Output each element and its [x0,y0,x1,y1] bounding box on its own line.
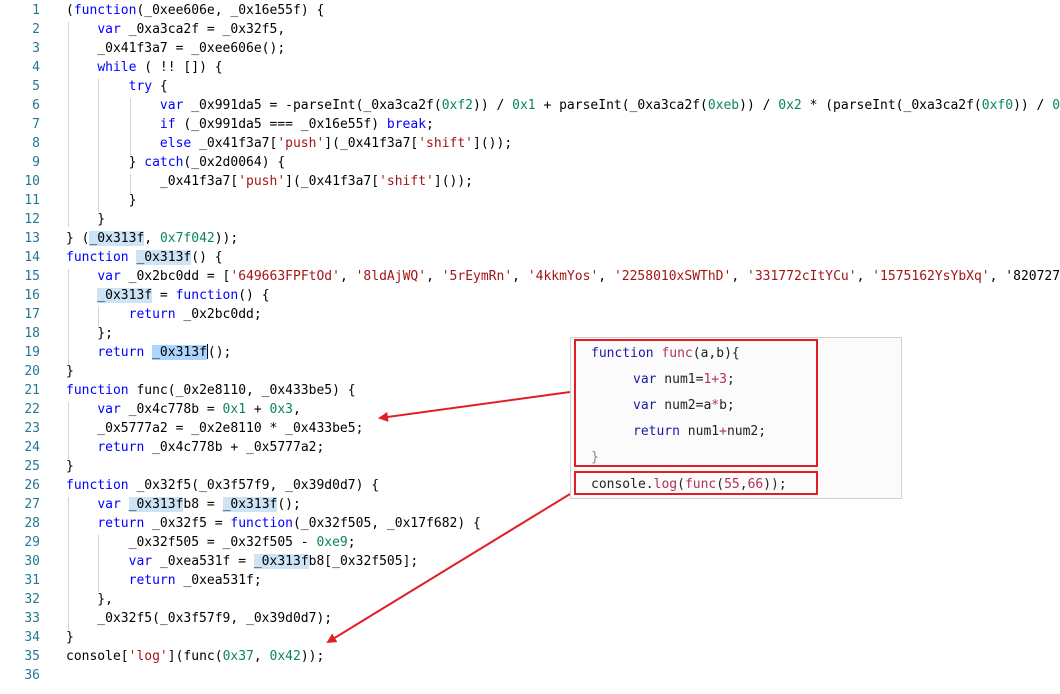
code-text: function _0x313f() { [66,250,223,265]
line-number: 21 [24,383,40,398]
line-number: 18 [24,326,40,341]
code-line[interactable]: 5 try { [0,77,1060,96]
code-line[interactable]: 16 _0x313f = function() { [0,286,1060,305]
line-number: 32 [24,592,40,607]
line-number: 34 [24,630,40,645]
code-line[interactable]: 7 if (_0x991da5 === _0x16e55f) break; [0,115,1060,134]
code-text: _0x32f505 = _0x32f505 - 0xe9; [66,535,356,550]
code-text: return _0x4c778b + _0x5777a2; [97,440,325,455]
code-text: _0x32f5(_0x3f57f9, _0x39d0d7); [66,611,333,626]
code-text: return _0x2bc0dd; [128,307,262,322]
code-line[interactable]: 34} [0,628,1060,647]
code-text: var _0xea531f = _0x313fb8[_0x32f505]; [128,554,419,569]
line-number: 12 [24,212,40,227]
line-number: 8 [32,136,40,151]
code-text: (function(_0xee606e, _0x16e55f) { [66,3,325,18]
code-text: var _0x2bc0dd = ['649663FPFtOd', '8ldAjW… [97,269,1060,284]
code-text: var _0x991da5 = -parseInt(_0xa3ca2f(0xf2… [159,98,1060,113]
code-text: function func(_0x2e8110, _0x433be5) { [66,383,356,398]
code-text: if (_0x991da5 === _0x16e55f) break; [159,117,434,132]
line-number: 4 [32,60,40,75]
line-number: 14 [24,250,40,265]
line-number: 19 [24,345,40,360]
line-number: 30 [24,554,40,569]
line-number: 28 [24,516,40,531]
code-text: var _0x313fb8 = _0x313f(); [97,497,301,512]
code-text: console['log'](func(0x37, 0x42)); [66,649,325,664]
line-number: 17 [24,307,40,322]
code-text: _0x41f3a7 = _0xee606e(); [66,41,286,56]
line-number: 6 [32,98,40,113]
line-number: 26 [24,478,40,493]
line-number: 1 [32,3,40,18]
code-line[interactable]: 31 return _0xea531f; [0,571,1060,590]
code-line[interactable]: 28 return _0x32f5 = function(_0x32f505, … [0,514,1060,533]
code-text: } [66,193,137,208]
code-text: }, [66,592,113,607]
line-number: 24 [24,440,40,455]
code-text: function _0x32f5(_0x3f57f9, _0x39d0d7) { [66,478,380,493]
code-text: while ( !! []) { [97,60,223,75]
code-line[interactable]: 30 var _0xea531f = _0x313fb8[_0x32f505]; [0,552,1060,571]
code-line[interactable]: 17 return _0x2bc0dd; [0,305,1060,324]
code-line[interactable]: 12 } [0,210,1060,229]
line-number: 22 [24,402,40,417]
line-number: 35 [24,649,40,664]
code-line[interactable]: 4 while ( !! []) { [0,58,1060,77]
code-line[interactable]: 9 } catch(_0x2d0064) { [0,153,1060,172]
line-number: 29 [24,535,40,550]
code-line[interactable]: 32 }, [0,590,1060,609]
code-text: var _0xa3ca2f = _0x32f5, [97,22,286,37]
code-line[interactable]: 10 _0x41f3a7['push'](_0x41f3a7['shift'](… [0,172,1060,191]
code-text: _0x5777a2 = _0x2e8110 * _0x433be5; [66,421,364,436]
code-line[interactable]: 3 _0x41f3a7 = _0xee606e(); [0,39,1060,58]
code-text: } (_0x313f, 0x7f042)); [66,231,239,246]
line-number: 20 [24,364,40,379]
code-text: return _0x313f(); [97,344,232,360]
code-line[interactable]: 1 (function(_0xee606e, _0x16e55f) { [0,1,1060,20]
line-number: 31 [24,573,40,588]
code-text: return _0x32f5 = function(_0x32f505, _0x… [97,516,481,531]
code-line[interactable]: 36 [0,666,1060,685]
line-number: 10 [24,174,40,189]
code-line[interactable]: 33 _0x32f5(_0x3f57f9, _0x39d0d7); [0,609,1060,628]
code-text: } [66,212,106,227]
code-line[interactable]: 6 var _0x991da5 = -parseInt(_0xa3ca2f(0x… [0,96,1060,115]
code-line[interactable]: 2 var _0xa3ca2f = _0x32f5, [0,20,1060,39]
code-text: var _0x4c778b = 0x1 + 0x3, [97,402,301,417]
line-number: 27 [24,497,40,512]
code-text: } [66,364,74,379]
line-number: 5 [32,79,40,94]
line-number: 23 [24,421,40,436]
line-number: 16 [24,288,40,303]
code-text: return _0xea531f; [128,573,262,588]
code-text: try { [128,79,168,94]
line-number: 36 [24,668,40,683]
line-number: 25 [24,459,40,474]
code-text: _0x313f = function() { [97,288,270,303]
line-number: 7 [32,117,40,132]
code-line[interactable]: 35 console['log'](func(0x37, 0x42)); [0,647,1060,666]
func-highlight-box [574,339,818,467]
code-line[interactable]: 14 function _0x313f() { [0,248,1060,267]
code-line[interactable]: 8 else _0x41f3a7['push'](_0x41f3a7['shif… [0,134,1060,153]
code-text: _0x41f3a7['push'](_0x41f3a7['shift']()); [66,174,474,189]
code-text: } [66,630,74,645]
line-number: 13 [24,231,40,246]
line-number: 11 [24,193,40,208]
line-number: 2 [32,22,40,37]
code-text: else _0x41f3a7['push'](_0x41f3a7['shift'… [159,136,513,151]
code-line[interactable]: 29 _0x32f505 = _0x32f505 - 0xe9; [0,533,1060,552]
code-text: }; [66,326,113,341]
code-text: } [66,459,74,474]
code-text: } catch(_0x2d0064) { [66,155,286,170]
code-line[interactable]: 13 } (_0x313f, 0x7f042)); [0,229,1060,248]
code-line[interactable]: 15 var _0x2bc0dd = ['649663FPFtOd', '8ld… [0,267,1060,286]
line-number: 3 [32,41,40,56]
line-number: 15 [24,269,40,284]
code-line[interactable]: 11 } [0,191,1060,210]
line-number: 9 [32,155,40,170]
line-number: 33 [24,611,40,626]
console-log-highlight-box [574,471,818,495]
